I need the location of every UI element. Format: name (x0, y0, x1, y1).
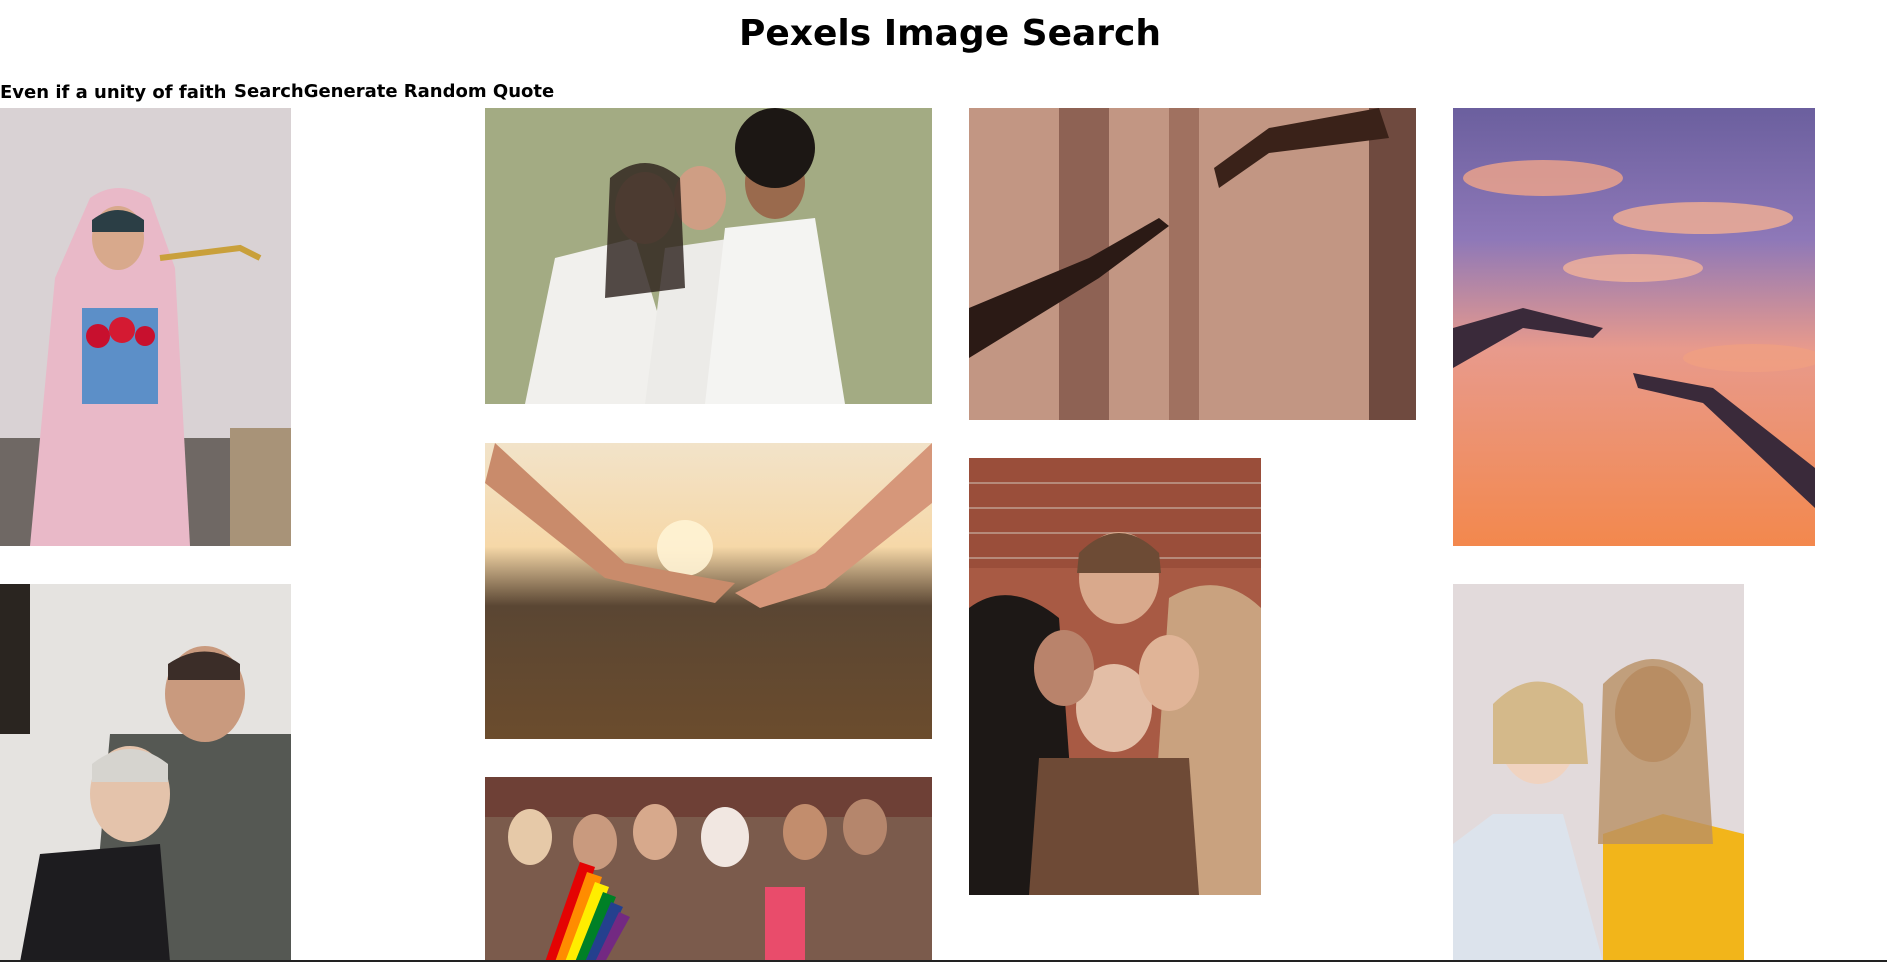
photo-hands-curtain-shadow[interactable] (969, 108, 1416, 420)
photo-hands-sky-sunset[interactable] (1453, 108, 1815, 546)
photo-pride-crowd-image (485, 777, 932, 962)
generate-random-quote-button[interactable]: Generate Random Quote (304, 81, 555, 103)
photo-woman-holding-gift-image (0, 108, 291, 546)
search-input[interactable] (0, 81, 234, 103)
page-title: Pexels Image Search (738, 13, 1161, 54)
photo-hands-curtain-shadow-image (969, 108, 1416, 420)
photo-three-women-image (485, 108, 932, 404)
photo-two-women-portrait[interactable] (1453, 584, 1744, 962)
photo-pride-crowd[interactable] (485, 777, 932, 962)
photo-hands-sunset-field-image (485, 443, 932, 739)
photo-two-women-portrait-image (1453, 584, 1744, 962)
photo-couple-embrace-image (0, 584, 291, 962)
photo-hands-sunset-field[interactable] (485, 443, 932, 739)
photo-three-women[interactable] (485, 108, 932, 404)
photo-family-kissing-baby-image (969, 458, 1261, 895)
photo-woman-holding-gift[interactable] (0, 108, 291, 546)
search-bar: Search Generate Random Quote (0, 80, 554, 104)
search-button[interactable]: Search (234, 81, 304, 103)
photo-hands-sky-sunset-image (1453, 108, 1815, 546)
page: Pexels Image Search Search Generate Rand… (0, 0, 1887, 962)
photo-family-kissing-baby[interactable] (969, 458, 1261, 895)
photo-couple-embrace[interactable] (0, 584, 291, 962)
